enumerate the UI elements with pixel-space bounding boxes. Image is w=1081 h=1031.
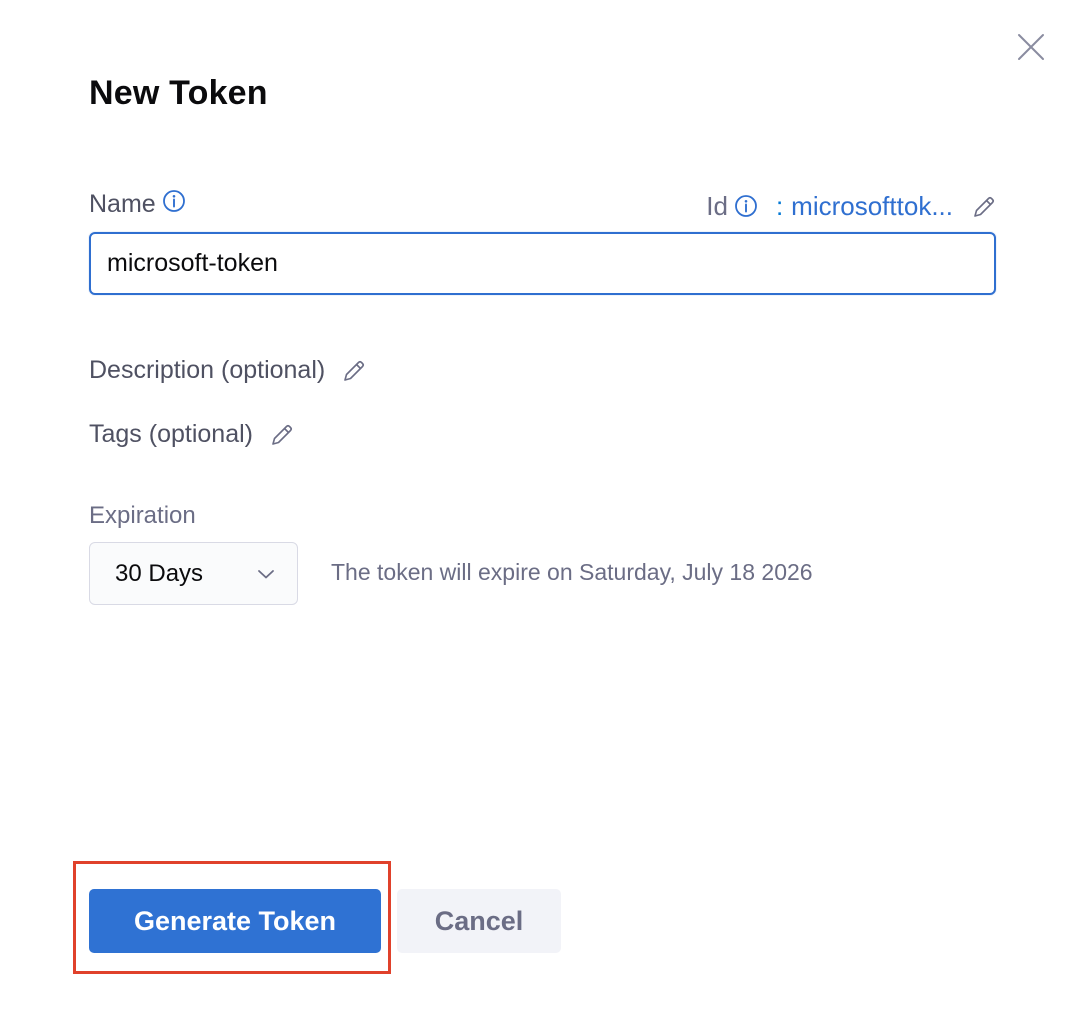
dialog-title: New Token [89, 74, 268, 112]
chevron-down-icon [258, 569, 274, 578]
close-button[interactable] [1014, 30, 1048, 64]
id-value: microsofttok... [791, 191, 953, 221]
cancel-button[interactable]: Cancel [397, 889, 561, 953]
name-input[interactable] [89, 232, 996, 295]
expiration-selected-value: 30 Days [115, 559, 204, 587]
id-info-icon[interactable] [734, 194, 758, 218]
id-label: Id [706, 191, 728, 221]
expiration-note: The token will expire on Saturday, July … [331, 559, 813, 585]
tags-toggle[interactable]: Tags (optional) [89, 420, 295, 449]
id-edit-button[interactable] [971, 194, 997, 220]
id-row: Id : microsofttok... [706, 191, 997, 222]
description-label: Description (optional) [89, 356, 326, 384]
id-separator: : [775, 191, 784, 221]
name-label: Name [89, 190, 156, 218]
expiration-select[interactable]: 30 Days [89, 542, 298, 605]
name-label-row: Name [89, 190, 186, 219]
new-token-dialog: New Token Name Id : microsofttok... micr… [0, 0, 1081, 1031]
name-info-icon[interactable] [162, 189, 186, 213]
pencil-icon [974, 196, 995, 217]
close-icon [1018, 34, 1044, 60]
tags-edit-icon[interactable] [269, 422, 295, 448]
generate-token-button[interactable]: Generate Token [89, 889, 381, 953]
description-edit-icon[interactable] [341, 358, 367, 384]
expiration-label: Expiration [89, 502, 196, 529]
description-toggle[interactable]: Description (optional) [89, 356, 367, 385]
tags-label: Tags (optional) [89, 420, 253, 448]
